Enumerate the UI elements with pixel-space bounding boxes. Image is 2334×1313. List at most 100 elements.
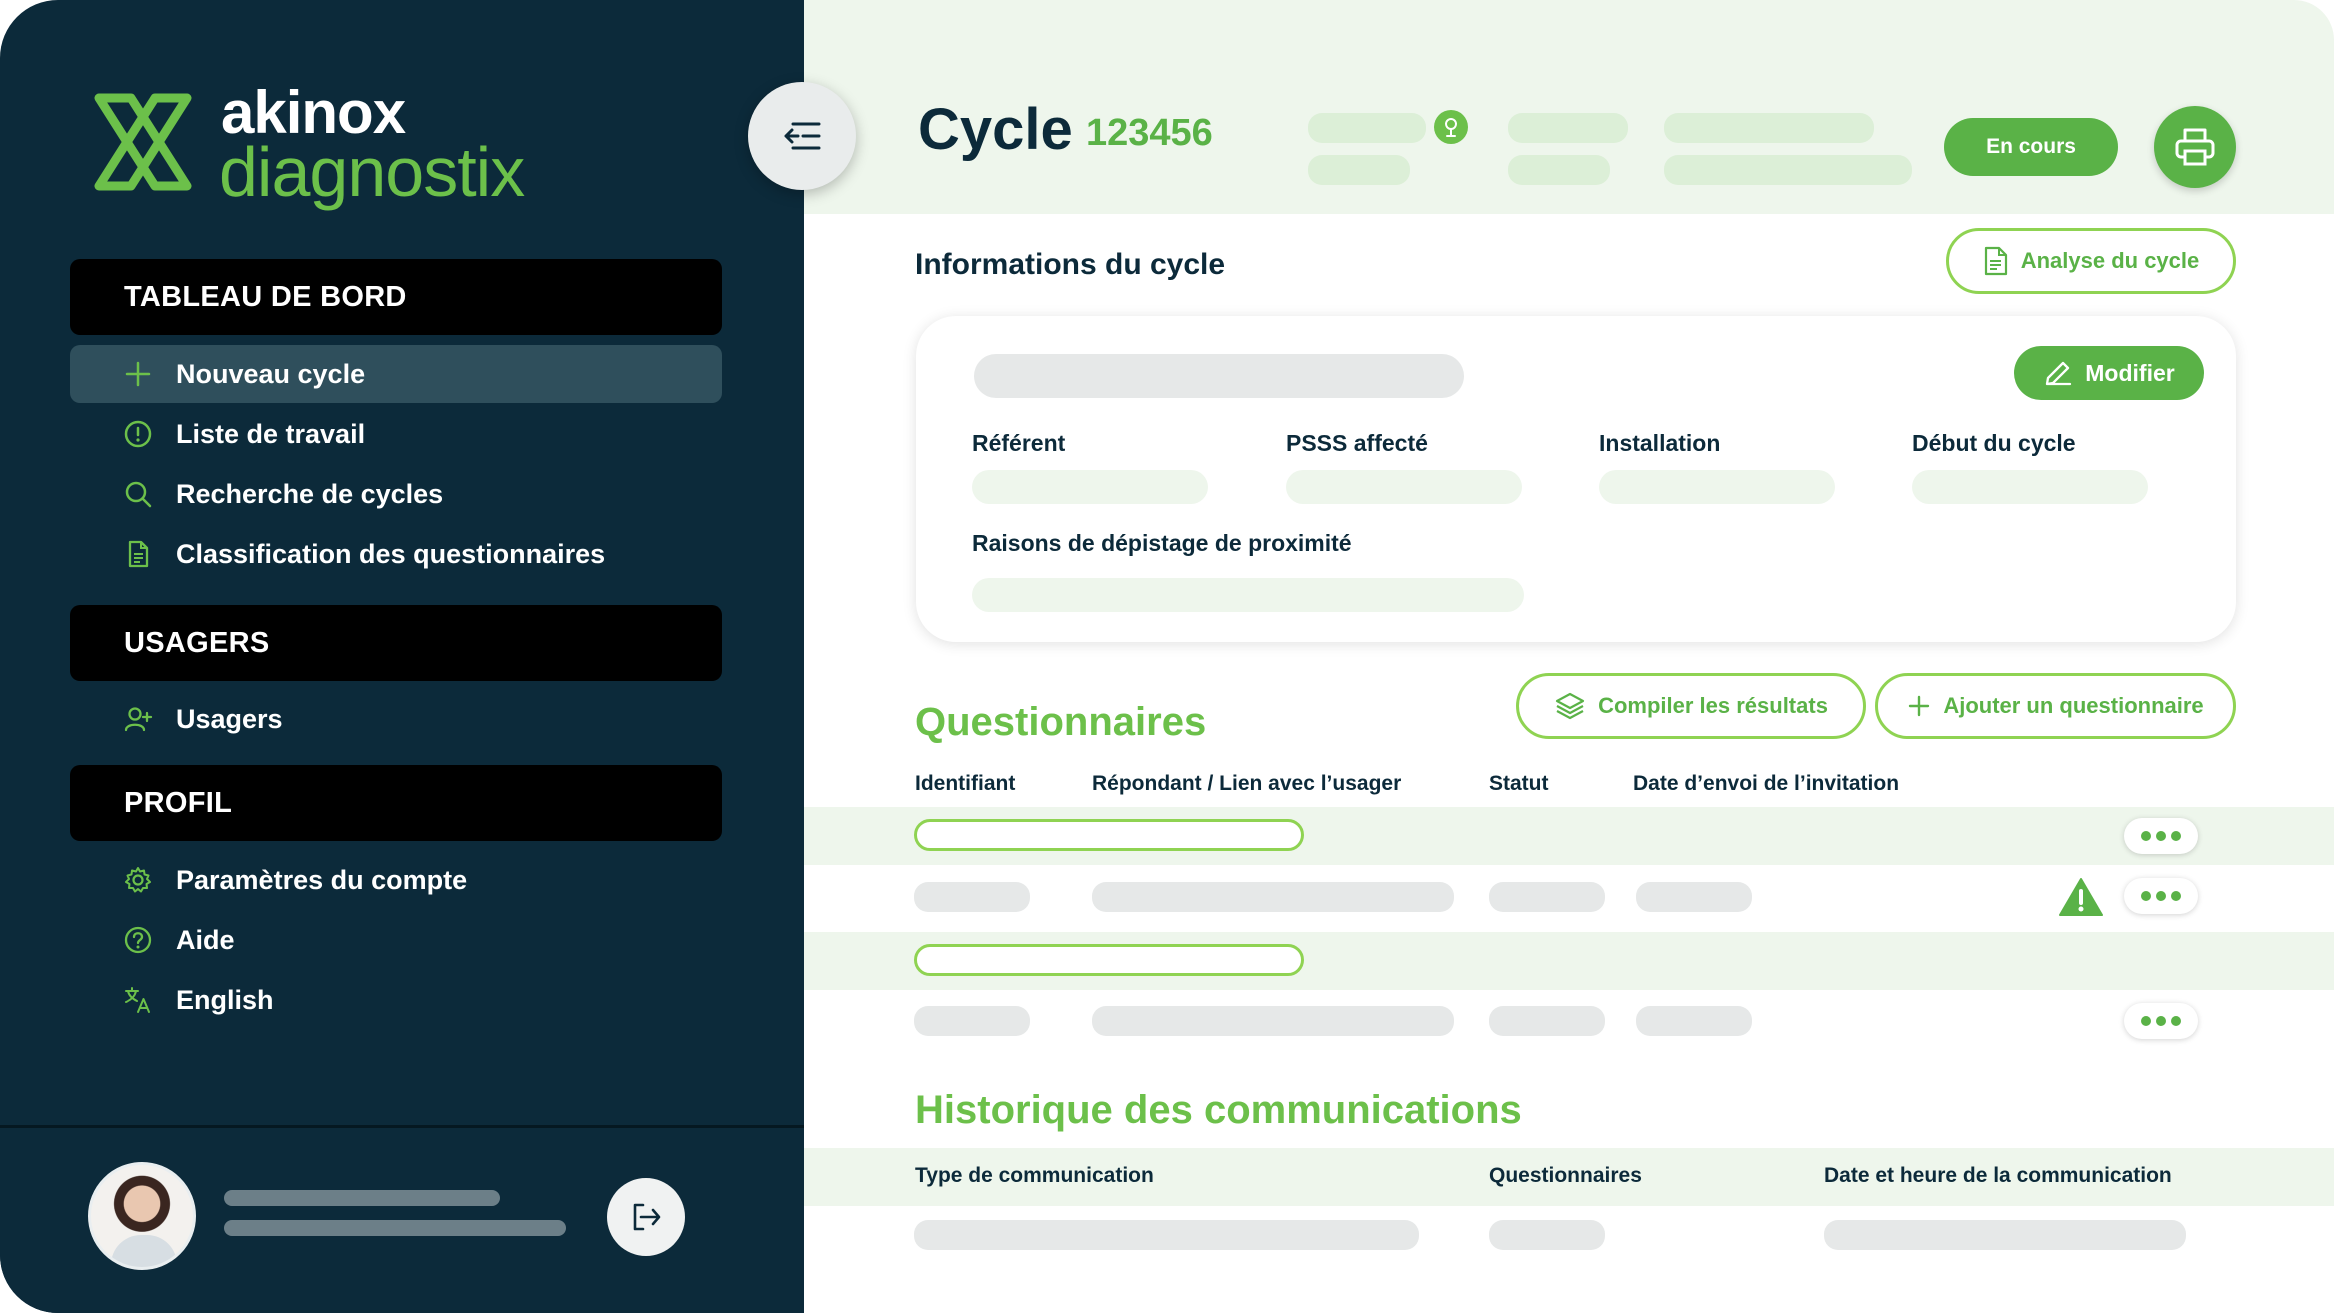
user-plus-icon (122, 703, 154, 735)
analyse-cycle-label: Analyse du cycle (2020, 248, 2200, 273)
more-options-button[interactable] (2124, 1003, 2198, 1039)
sidebar-item-users[interactable]: Usagers (70, 690, 722, 748)
sidebar-item-label: Classification des questionnaires (176, 538, 606, 569)
sidebar-footer (0, 1125, 804, 1313)
sidebar-item-work-list[interactable]: Liste de travail (70, 405, 722, 463)
sidebar-item-label: Recherche de cycles (176, 478, 444, 509)
column-header-communication-datetime: Date et heure de la communication (1824, 1164, 2172, 1187)
collapse-sidebar-button[interactable] (748, 82, 856, 190)
cell-placeholder (1824, 1220, 2186, 1250)
sidebar-item-new-cycle[interactable]: Nouveau cycle (70, 345, 722, 403)
field-label-screening-reasons: Raisons de dépistage de proximité (972, 530, 1352, 556)
printer-icon (2175, 128, 2215, 166)
column-header-status: Statut (1489, 772, 1549, 795)
column-header-questionnaires: Questionnaires (1489, 1164, 1642, 1187)
header-placeholder (1664, 113, 1874, 143)
header-placeholder (1508, 113, 1628, 143)
add-questionnaire-label: Ajouter un questionnaire (1943, 693, 2204, 718)
akinox-logo-icon (94, 93, 192, 191)
cell-placeholder (914, 1220, 1419, 1250)
help-circle-icon (122, 924, 154, 956)
sidebar-item-questionnaire-classification[interactable]: Classification des questionnaires (70, 525, 722, 583)
logout-button[interactable] (607, 1178, 685, 1256)
field-value-placeholder (1599, 470, 1835, 504)
sidebar-item-cycle-search[interactable]: Recherche de cycles (70, 465, 722, 523)
cell-placeholder (1092, 882, 1454, 912)
sidebar-item-language[interactable]: English (70, 971, 722, 1029)
cycle-info-card: Modifier Référent PSSS affecté Installat… (916, 316, 2236, 642)
collapse-menu-icon (784, 122, 821, 150)
cycle-header: Cycle 123456 En cours (804, 0, 2334, 214)
print-button[interactable] (2154, 106, 2236, 188)
sidebar-item-label: Liste de travail (176, 418, 366, 449)
header-placeholder (1308, 113, 1426, 143)
warning-icon (2059, 878, 2103, 916)
sidebar: akinox diagnostix TABLEAU DE BORD Nouvea… (0, 0, 804, 1313)
cell-placeholder (1636, 1006, 1752, 1036)
section-header-dashboard: TABLEAU DE BORD (70, 259, 722, 335)
group-label-placeholder (914, 944, 1304, 976)
section-header-profile: PROFIL (70, 765, 722, 841)
compile-results-button[interactable]: Compiler les résultats (1516, 673, 1866, 739)
sidebar-item-label: Nouveau cycle (176, 358, 366, 389)
brand-logo[interactable]: akinox diagnostix (85, 79, 565, 211)
cycle-number: 123456 (1086, 112, 1213, 154)
user-name-placeholder (224, 1190, 500, 1206)
cycle-name-placeholder (974, 354, 1464, 398)
more-options-button[interactable] (2124, 818, 2198, 854)
field-value-placeholder (1286, 470, 1522, 504)
sidebar-item-label: English (176, 984, 274, 1015)
column-header-communication-type: Type de communication (915, 1164, 1154, 1187)
column-header-respondent: Répondant / Lien avec l’usager (1092, 772, 1402, 795)
header-placeholder (1508, 155, 1610, 185)
cell-placeholder (1489, 1220, 1605, 1250)
questionnaires-title: Questionnaires (915, 700, 1207, 744)
translate-icon (122, 984, 154, 1016)
sidebar-item-label: Usagers (176, 703, 283, 734)
status-badge: En cours (1944, 118, 2118, 176)
sidebar-item-help[interactable]: Aide (70, 911, 722, 969)
layers-icon (1555, 692, 1585, 720)
plus-icon (1909, 695, 1930, 717)
field-label-cycle-start: Début du cycle (1912, 430, 2076, 456)
pencil-icon (2046, 361, 2072, 386)
document-icon (122, 538, 154, 570)
modify-button[interactable]: Modifier (2014, 346, 2204, 400)
field-value-placeholder (972, 578, 1524, 612)
search-icon (122, 478, 154, 510)
main-content: Cycle 123456 En cours Informations du cy… (804, 0, 2334, 1313)
document-icon (1984, 246, 2007, 276)
cell-placeholder (914, 882, 1030, 912)
cell-placeholder (914, 1006, 1030, 1036)
page-title: Cycle (918, 97, 1073, 162)
sidebar-item-account-settings[interactable]: Paramètres du compte (70, 851, 722, 909)
analyse-cycle-button[interactable]: Analyse du cycle (1946, 228, 2236, 294)
column-header-identifier: Identifiant (915, 772, 1016, 795)
brand-name-bottom: diagnostix (219, 133, 525, 211)
field-value-placeholder (1912, 470, 2148, 504)
field-label-referent: Référent (972, 430, 1066, 456)
header-placeholder (1664, 155, 1912, 185)
avatar[interactable] (88, 1162, 196, 1270)
cycle-info-title: Informations du cycle (915, 248, 1226, 281)
user-role-placeholder (224, 1220, 566, 1236)
sidebar-item-label: Paramètres du compte (176, 864, 468, 895)
header-placeholder (1308, 155, 1410, 185)
section-header-users: USAGERS (70, 605, 722, 681)
alert-circle-icon (122, 418, 154, 450)
cell-placeholder (1092, 1006, 1454, 1036)
cell-placeholder (1636, 882, 1752, 912)
field-value-placeholder (972, 470, 1208, 504)
communications-title: Historique des communications (915, 1088, 1522, 1132)
more-options-button[interactable] (2124, 878, 2198, 914)
location-pin-icon (1434, 110, 1468, 144)
add-questionnaire-button[interactable]: Ajouter un questionnaire (1875, 673, 2236, 739)
modify-label: Modifier (2085, 359, 2175, 386)
field-label-installation: Installation (1599, 430, 1721, 456)
cell-placeholder (1489, 882, 1605, 912)
compile-results-label: Compiler les résultats (1598, 693, 1828, 718)
field-label-psss: PSSS affecté (1286, 430, 1428, 456)
cell-placeholder (1489, 1006, 1605, 1036)
gear-icon (122, 864, 154, 896)
group-label-placeholder (914, 819, 1304, 851)
